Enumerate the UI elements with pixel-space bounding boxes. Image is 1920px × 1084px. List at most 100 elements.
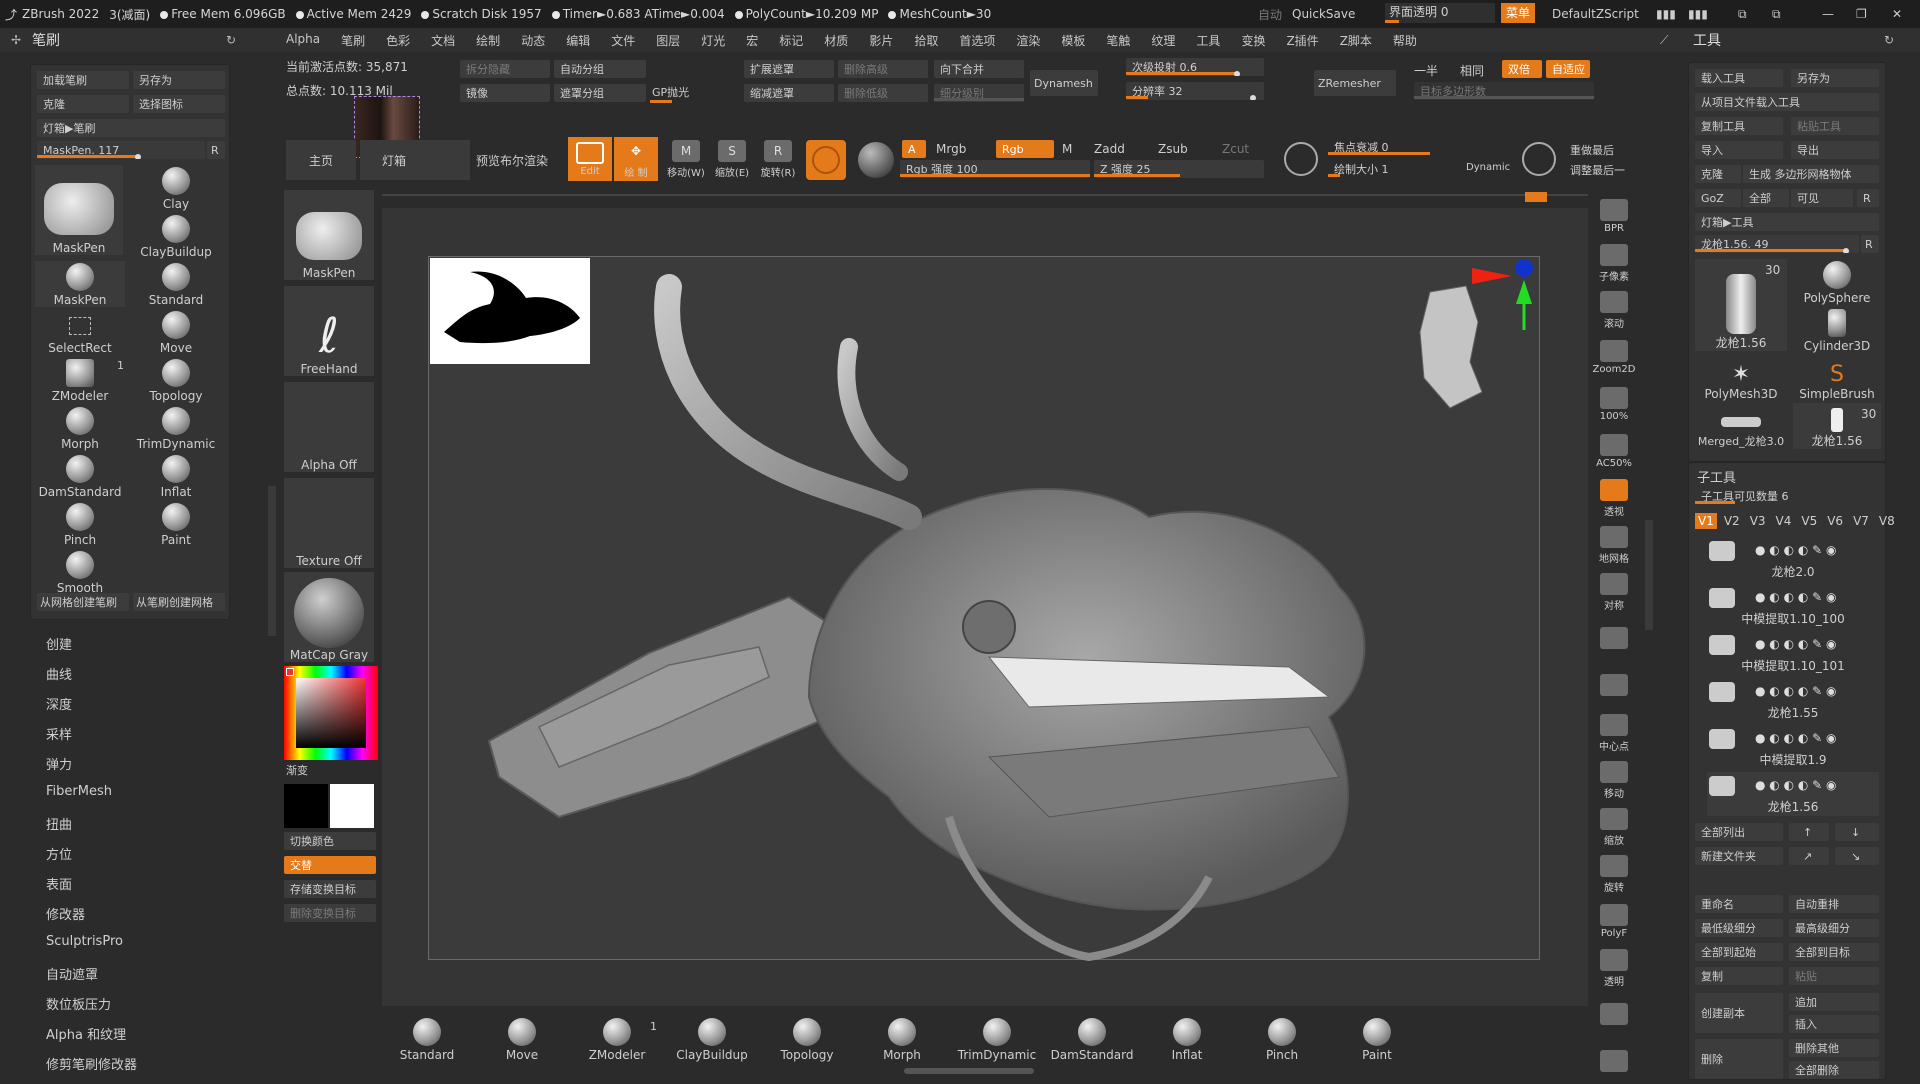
brush-submenu-8[interactable]: 方位 (46, 844, 72, 863)
subtool-row[interactable]: ● ◐ ◐ ◐ ✎ ◉ 中模提取1.9 (1707, 725, 1879, 769)
bottom-brush-7[interactable]: TrimDynamic (952, 1012, 1042, 1062)
dragon-gun-model[interactable] (429, 257, 1541, 962)
subtool-toggles-icon[interactable]: ● ◐ ◐ ◐ ✎ ◉ (1755, 590, 1836, 604)
rgb-button[interactable]: Rgb (996, 140, 1054, 158)
paste-subtool-button[interactable]: 粘贴 (1789, 967, 1879, 985)
menu-12[interactable]: 标记 (779, 32, 803, 49)
brush-submenu-4[interactable]: 采样 (46, 724, 72, 743)
nav-button-10[interactable] (1592, 617, 1636, 661)
move-folder-down-button[interactable]: ↘ (1835, 847, 1879, 865)
brush-inflat[interactable]: Inflat (131, 453, 221, 499)
right-dock-handle[interactable] (1645, 520, 1653, 630)
brush-damstandard[interactable]: DamStandard (35, 453, 125, 499)
delete-morph-target-button[interactable]: 删除变换目标 (284, 904, 376, 922)
brush-submenu-9[interactable]: 表面 (46, 874, 72, 893)
bottom-brush-2[interactable]: Move (477, 1012, 567, 1062)
brush-morph[interactable]: Morph (35, 405, 125, 451)
material-swatch[interactable] (806, 140, 846, 180)
alpha-channel-button[interactable]: A (902, 140, 926, 158)
tool-r-button[interactable]: R (1861, 235, 1879, 253)
delete-higher-button[interactable]: 删除高级 (838, 60, 928, 78)
tool-merged[interactable]: Merged_龙枪3.0 (1695, 403, 1787, 449)
m-button[interactable]: M (1062, 142, 1072, 156)
alpha-thumb[interactable]: Alpha Off (284, 382, 374, 472)
brush-submenu-13[interactable]: 数位板压力 (46, 994, 111, 1013)
nav-button-19[interactable] (1592, 1040, 1636, 1084)
zcut-button[interactable]: Zcut (1222, 142, 1249, 156)
brush-submenu-3[interactable]: 深度 (46, 694, 72, 713)
goz-button[interactable]: GoZ (1695, 189, 1741, 207)
texture-thumb[interactable]: Texture Off (284, 478, 374, 568)
brush-selectrect[interactable]: SelectRect (35, 309, 125, 355)
nav-button-18[interactable] (1592, 993, 1636, 1037)
subtool-row[interactable]: ● ◐ ◐ ◐ ✎ ◉ 龙枪2.0 (1707, 537, 1879, 581)
document-canvas[interactable] (428, 256, 1541, 962)
save-tool-button[interactable]: 另存为 (1791, 69, 1879, 87)
rgb-intensity-slider[interactable]: Rgb 强度 100 (900, 160, 1090, 178)
current-brush-thumb[interactable]: MaskPen (284, 190, 374, 280)
mirror-button[interactable]: 镜像 (460, 84, 550, 102)
move-down-button[interactable]: ↓ (1835, 823, 1879, 841)
timeline-marker[interactable] (1525, 192, 1547, 202)
nav-button-3[interactable]: 滚动 (1592, 288, 1636, 332)
menu-21[interactable]: 工具 (1196, 32, 1220, 49)
subtool-visible-slider[interactable]: 子工具可见数量 6 (1695, 487, 1881, 505)
brush-submenu-1[interactable]: 创建 (46, 634, 72, 653)
all-to-target-button[interactable]: 全部到目标 (1789, 943, 1879, 961)
timeline[interactable] (382, 194, 1588, 196)
draw-button[interactable]: ✥ 绘 制 (614, 137, 658, 181)
bottom-brush-9[interactable]: Inflat (1142, 1012, 1232, 1062)
split-hidden-button[interactable]: 拆分隐藏 (460, 60, 550, 78)
brush-smooth[interactable]: Smooth (35, 549, 125, 595)
menu-14[interactable]: 影片 (869, 32, 893, 49)
brush-move[interactable]: Move (131, 309, 221, 355)
delete-other-button[interactable]: 删除其他 (1789, 1039, 1879, 1057)
dynamic-toggle[interactable]: Dynamic (1466, 162, 1510, 173)
half-button[interactable]: 一半 (1414, 62, 1438, 79)
nav-button-1[interactable]: BPR (1592, 194, 1636, 238)
maskpen-slider[interactable]: MaskPen. 117 (37, 141, 205, 159)
paste-tool-button[interactable]: 粘贴工具 (1791, 117, 1879, 135)
menu-17[interactable]: 渲染 (1016, 32, 1040, 49)
goz-visible-button[interactable]: 可见 (1791, 189, 1853, 207)
secondary-color-swatch[interactable] (330, 784, 374, 828)
bottom-brush-11[interactable]: Paint (1332, 1012, 1422, 1062)
version-tab-4[interactable]: V4 (1773, 513, 1795, 529)
brush-submenu-2[interactable]: 曲线 (46, 664, 72, 683)
move-folder-up-button[interactable]: ↗ (1789, 847, 1829, 865)
delete-button[interactable]: 删除 (1695, 1039, 1783, 1079)
create-mesh-from-brush-button[interactable]: 从笔刷创建网格 (133, 593, 225, 611)
layout-alt-icon[interactable]: ▮▮▮ (1688, 7, 1708, 21)
brush-submenu-12[interactable]: 自动遮罩 (46, 964, 98, 983)
rotate-mode-button[interactable]: R 旋转(R) (756, 137, 800, 181)
version-tab-8[interactable]: V8 (1876, 513, 1898, 529)
refresh-icon[interactable]: ↻ (1884, 33, 1894, 47)
minimize-icon[interactable]: — (1822, 7, 1834, 21)
create-brush-from-mesh-button[interactable]: 从网格创建笔刷 (37, 593, 129, 611)
subtool-row[interactable]: ● ◐ ◐ ◐ ✎ ◉ 龙枪1.55 (1707, 678, 1879, 722)
menu-1[interactable]: Alpha (286, 32, 320, 49)
preview-boolean-render-button[interactable]: 预览布尔渲染 (476, 152, 548, 169)
tool-polymesh3d[interactable]: ✶ PolyMesh3D (1695, 355, 1787, 401)
menu-19[interactable]: 笔触 (1106, 32, 1130, 49)
menu-18[interactable]: 模板 (1061, 32, 1085, 49)
bottom-brush-10[interactable]: Pinch (1237, 1012, 1327, 1062)
brush-pinch[interactable]: Pinch (35, 501, 125, 547)
zadd-button[interactable]: Zadd (1094, 142, 1125, 156)
bottom-dock-handle[interactable] (904, 1068, 1034, 1074)
lightbox-button[interactable]: 灯箱 (360, 140, 470, 180)
z-intensity-slider[interactable]: Z 强度 25 (1094, 160, 1264, 178)
material-sphere-icon[interactable] (858, 142, 894, 178)
goz-r-button[interactable]: R (1857, 189, 1879, 207)
nav-button-15[interactable]: 旋转 (1592, 852, 1636, 896)
menu-22[interactable]: 变换 (1241, 32, 1265, 49)
color-picker[interactable] (284, 666, 378, 760)
switch-color-button[interactable]: 切换颜色 (284, 832, 376, 850)
bottom-brush-1[interactable]: Standard (382, 1012, 472, 1062)
load-brush-button[interactable]: 加载笔刷 (37, 71, 129, 89)
menu-20[interactable]: 纹理 (1151, 32, 1175, 49)
gp-polish-slider[interactable]: GP抛光 (652, 84, 689, 100)
export-button[interactable]: 导出 (1791, 141, 1879, 159)
adjust-last-button[interactable]: 调整最后一 (1570, 162, 1625, 178)
subtool-toggles-icon[interactable]: ● ◐ ◐ ◐ ✎ ◉ (1755, 684, 1836, 698)
